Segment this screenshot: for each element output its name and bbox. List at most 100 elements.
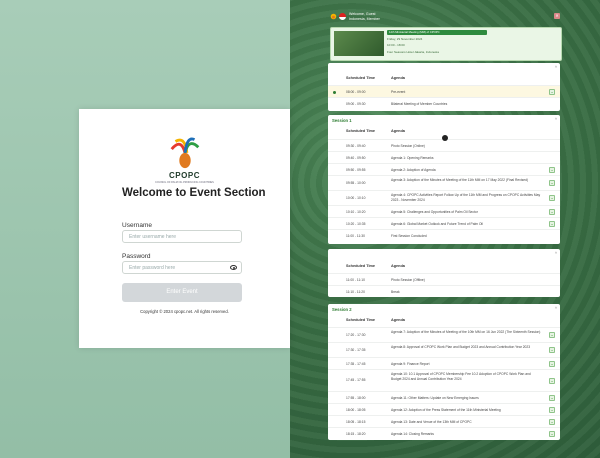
row-agenda: Break — [391, 290, 400, 294]
table-header: Scheduled Time Agenda — [328, 73, 560, 83]
event-card: 12th Ministerial Meeting (MM) of CPOPC F… — [330, 27, 562, 61]
row-time: 08:00 - 09:00 — [346, 90, 366, 94]
row-agenda: Agenda 7: Adoption of the Minutes of Mee… — [391, 330, 541, 334]
chevron-down-icon[interactable]: ⌄ — [549, 332, 555, 338]
chevron-down-icon[interactable]: ⌄ — [549, 347, 555, 353]
row-time: 09:30 - 09:40 — [346, 144, 366, 148]
event-venue: Four Seasons Hotel Jakarta, Indonesia — [387, 50, 439, 54]
password-placeholder: Enter password here — [129, 265, 176, 271]
row-time: 10:00 - 10:10 — [346, 196, 366, 200]
topbar-subtitle: Indonesia, Member — [349, 16, 380, 21]
row-agenda: Agenda 8: Approval of CPOPC Work Plan an… — [391, 345, 531, 349]
row-time: 18:05 - 18:15 — [346, 420, 366, 424]
chevron-down-icon[interactable]: ⌄ — [549, 195, 555, 201]
chevron-down-icon[interactable]: ⌄ — [549, 378, 555, 384]
chevron-down-icon[interactable]: ⌄ — [549, 209, 555, 215]
close-icon[interactable]: ✕ — [554, 13, 560, 19]
row-agenda: Agenda 1: Opening Remarks — [391, 156, 434, 160]
event-date: Friday, 29 November 2024 — [387, 37, 423, 41]
chevron-down-icon[interactable]: ⌄ — [549, 395, 555, 401]
table-row: 17:45 - 17:55 Agenda 10: 10.1 Approval o… — [328, 369, 560, 392]
break-panel: ^ Scheduled Time Agenda 11:00 - 11:10 Ph… — [328, 249, 560, 297]
cpopc-small-logo-icon — [330, 13, 337, 20]
table-header: Scheduled Time Agenda — [328, 261, 560, 271]
chevron-up-icon[interactable]: ^ — [555, 65, 557, 70]
row-time: 10:10 - 10:20 — [346, 210, 366, 214]
event-thumbnail — [334, 31, 384, 56]
username-input[interactable]: Enter username here — [122, 230, 242, 243]
chevron-down-icon[interactable]: ⌄ — [549, 419, 555, 425]
eye-icon[interactable] — [230, 265, 237, 270]
session-1-title: Session 1 — [332, 118, 352, 123]
agenda-header: Agenda — [391, 76, 405, 80]
row-time: 18:15 - 18:20 — [346, 432, 366, 436]
session-2-panel: Session 2 ^ Scheduled Time Agenda 17:20 … — [328, 304, 560, 440]
row-time: 17:30 - 17:35 — [346, 348, 366, 352]
row-time: 17:20 - 17:30 — [346, 333, 366, 337]
row-agenda: Agenda 5: Challenges and Opportunities o… — [391, 210, 478, 214]
enter-event-button[interactable]: Enter Event — [122, 283, 242, 302]
chevron-up-icon[interactable]: ^ — [555, 306, 557, 311]
row-agenda: Agenda 9: Finance Report — [391, 362, 430, 366]
row-agenda: Photo Session (Offline) — [391, 278, 425, 282]
time-header: Scheduled Time — [346, 318, 376, 322]
table-row: 18:15 - 18:20 Agenda 14: Closing Remarks… — [328, 427, 560, 440]
row-time: 09:40 - 09:50 — [346, 156, 366, 160]
chevron-down-icon[interactable]: ⌄ — [549, 407, 555, 413]
agenda-header: Agenda — [391, 318, 405, 322]
topbar-text: Welcome, Guest Indonesia, Member — [349, 12, 380, 21]
table-header: Scheduled Time Agenda — [328, 315, 560, 325]
row-agenda: Agenda 14: Closing Remarks — [391, 432, 434, 436]
row-agenda: Pre-event — [391, 90, 406, 94]
speaker-avatar-icon — [442, 135, 448, 141]
table-row: 10:00 - 10:10 Agenda 4: CPOPC Activities… — [328, 190, 560, 206]
cpopc-logo-icon — [170, 137, 200, 169]
row-agenda: Agenda 12: Adoption of the Press Stateme… — [391, 408, 501, 412]
username-label: Username — [122, 222, 152, 229]
chevron-up-icon[interactable]: ^ — [555, 251, 557, 256]
chevron-down-icon[interactable]: ⌄ — [549, 180, 555, 186]
brand-subtitle: COUNCIL OF PALM OIL PRODUCING COUNTRIES — [155, 181, 214, 184]
row-time: 11:10 - 11:20 — [346, 290, 365, 294]
row-agenda: Agenda 6: Global Market Outlook and Futu… — [391, 222, 483, 226]
chevron-down-icon[interactable]: ⌄ — [549, 89, 555, 95]
chevron-up-icon[interactable]: ^ — [555, 117, 557, 122]
agenda-header: Agenda — [391, 264, 405, 268]
table-row: 17:30 - 17:35 Agenda 8: Approval of CPOP… — [328, 342, 560, 358]
row-time: 18:00 - 18:05 — [346, 408, 366, 412]
row-time: 17:55 - 18:00 — [346, 396, 366, 400]
row-agenda: First Session Concluded — [391, 234, 427, 238]
row-agenda: Agenda 4: CPOPC Activities Report Follow… — [391, 193, 541, 202]
row-agenda: Photo Session (Online) — [391, 144, 425, 148]
chevron-down-icon[interactable]: ⌄ — [549, 167, 555, 173]
session-2-title: Session 2 — [332, 307, 352, 312]
row-time: 09:55 - 10:00 — [346, 181, 366, 185]
row-agenda: Agenda 13: Date and Venue of the 13th MM… — [391, 420, 472, 424]
row-time: 17:35 - 17:45 — [346, 362, 366, 366]
row-time: 10:20 - 10:35 — [346, 222, 366, 226]
row-time: 11:00 - 11:30 — [346, 234, 365, 238]
live-dot-icon — [333, 91, 336, 94]
indonesia-flag-icon — [339, 13, 346, 20]
chevron-down-icon[interactable]: ⌄ — [549, 221, 555, 227]
event-time: 10:00 - 18:00 — [387, 43, 405, 47]
password-input[interactable]: Enter password here — [122, 261, 242, 274]
row-agenda: Agenda 10: 10.1 Approval of CPOPC Member… — [391, 372, 531, 381]
row-time: 17:45 - 17:55 — [346, 378, 366, 382]
row-agenda: Agenda 2: Adoption of Agenda — [391, 168, 436, 172]
time-header: Scheduled Time — [346, 76, 376, 80]
table-row: 09:00 - 09:30 Bilateral Meeting of Membe… — [328, 97, 560, 110]
row-time: 09:50 - 09:55 — [346, 168, 366, 172]
agenda-header: Agenda — [391, 129, 405, 133]
time-header: Scheduled Time — [346, 264, 376, 268]
chevron-down-icon[interactable]: ⌄ — [549, 361, 555, 367]
login-title: Welcome to Event Section — [122, 187, 266, 199]
time-header: Scheduled Time — [346, 129, 376, 133]
row-time: 11:00 - 11:10 — [346, 278, 365, 282]
chevron-down-icon[interactable]: ⌄ — [549, 431, 555, 437]
event-title: 12th Ministerial Meeting (MM) of CPOPC — [387, 30, 487, 35]
table-row: 09:55 - 10:00 Agenda 3: Adoption of the … — [328, 175, 560, 191]
table-row: 17:20 - 17:30 Agenda 7: Adoption of the … — [328, 327, 560, 343]
password-label: Password — [122, 253, 151, 260]
row-agenda: Agenda 3: Adoption of the Minutes of Mee… — [391, 178, 529, 182]
